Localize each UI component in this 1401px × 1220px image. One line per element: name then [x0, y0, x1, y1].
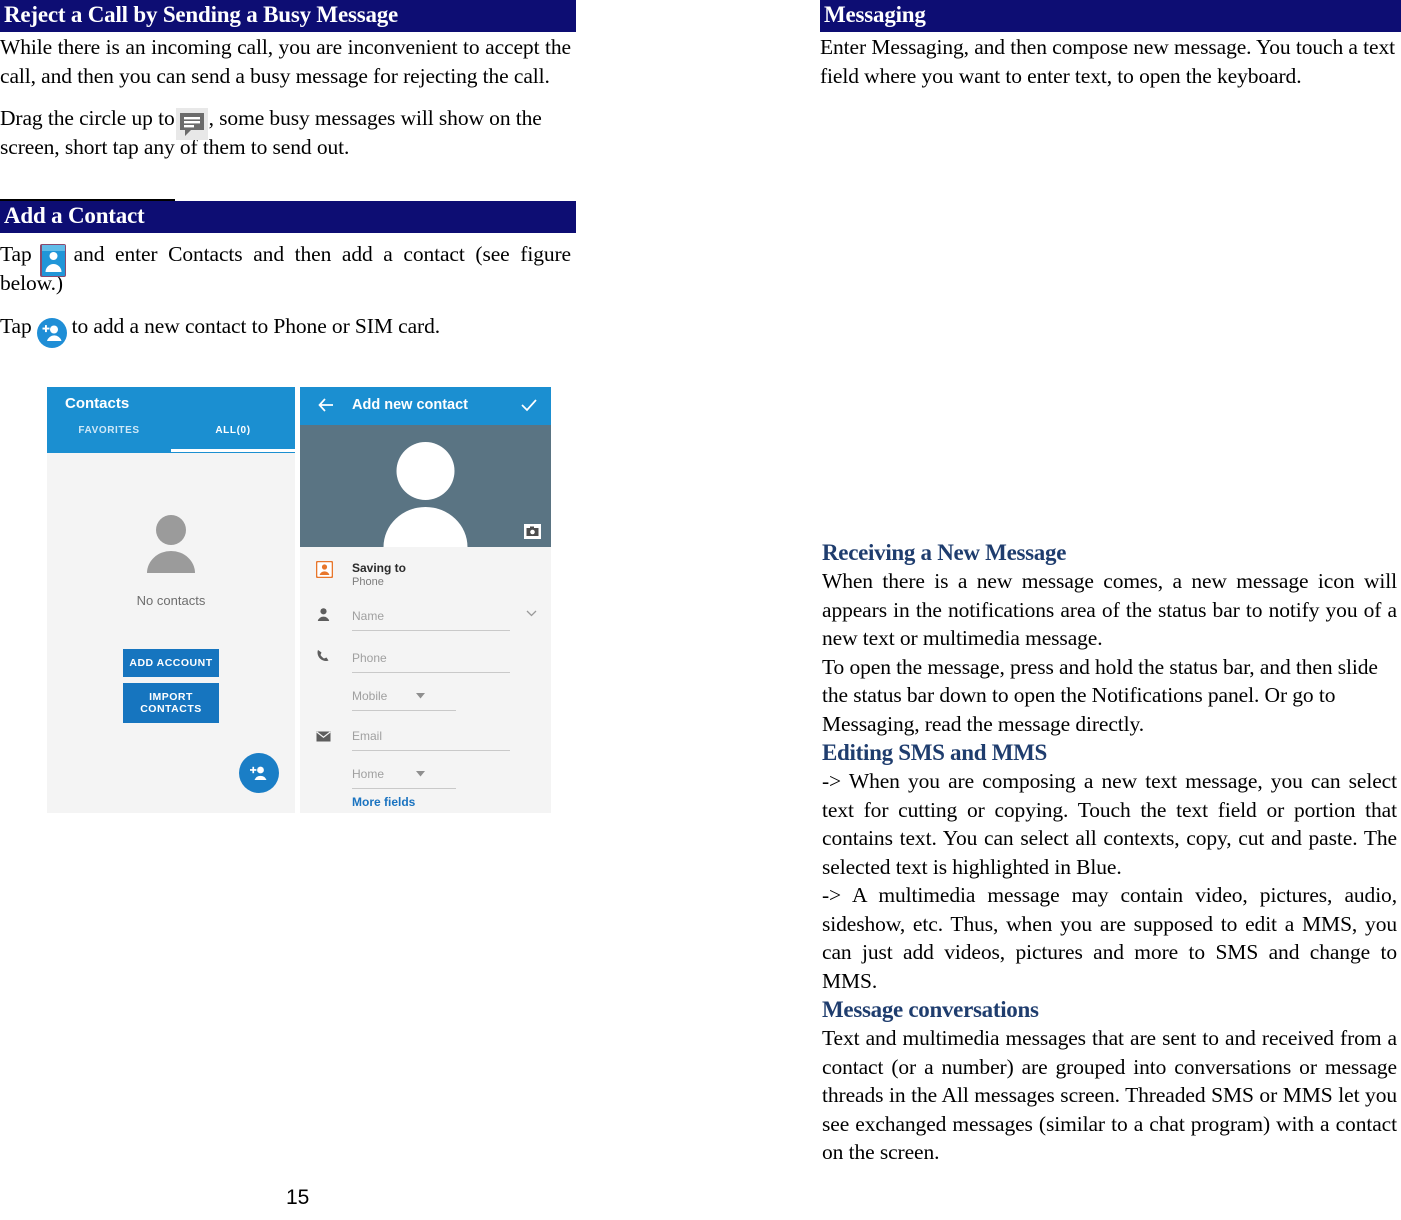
paragraph-receiving-1: When there is a new message comes, a new… [822, 569, 1397, 650]
section-heading-add-contact: Add a Contact [0, 201, 576, 233]
more-fields-link[interactable]: More fields [352, 795, 415, 809]
phone-type-select[interactable]: Mobile [352, 689, 456, 711]
paragraph-messaging-intro: Enter Messaging, and then compose new me… [820, 35, 1395, 88]
tab-favorites[interactable]: FAVORITES [47, 425, 171, 436]
camera-icon[interactable] [524, 524, 541, 539]
saving-to-value: Phone [352, 576, 384, 588]
subheading-receiving-new-message: Receiving a New Message [822, 540, 1067, 565]
left-page: Reject a Call by Sending a Busy Message … [0, 0, 640, 1220]
right-page: Messaging Enter Messaging, and then comp… [820, 0, 1401, 1220]
dropdown-triangle-icon[interactable] [416, 691, 425, 702]
add-contact-fab-icon [34, 316, 70, 350]
paragraph-receiving-2: To open the message, press and hold the … [822, 654, 1378, 736]
contacts-app-bar: Contacts FAVORITES ALL(0) [47, 387, 295, 453]
tab-all[interactable]: ALL(0) [171, 425, 295, 436]
no-contacts-label: No contacts [136, 593, 206, 608]
paragraph-tap-add-contact: Tap to add a new contact to Phone or SIM… [0, 312, 571, 349]
screenshot-contacts-list: Contacts FAVORITES ALL(0) No contacts AD… [47, 387, 295, 813]
tap-contacts-text-before: Tap [0, 242, 32, 266]
name-input[interactable]: Name [352, 609, 510, 631]
person-icon [316, 607, 331, 627]
tap-add-text-before: Tap [0, 313, 32, 338]
tap-add-text-after: to add a new contact to Phone or SIM car… [71, 313, 440, 338]
import-contacts-button[interactable]: IMPORT CONTACTS [123, 683, 219, 723]
paragraph-editing-1: -> When you are composing a new text mes… [822, 769, 1397, 879]
contact-photo-placeholder-icon [368, 435, 483, 547]
active-tab-indicator [171, 449, 295, 452]
screenshot-add-new-contact: Add new contact Saving to Phone Name Pho… [300, 387, 551, 813]
contacts-empty-state: No contacts ADD ACCOUNT IMPORT CONTACTS [47, 453, 295, 813]
subheading-message-conversations: Message conversations [822, 997, 1039, 1022]
add-contact-app-bar: Add new contact [300, 387, 551, 425]
envelope-icon [316, 729, 331, 747]
paragraph-tap-contacts: Tap and enter Contacts and then add a co… [0, 240, 571, 298]
email-input[interactable]: Email [352, 729, 510, 751]
contacts-app-icon [33, 243, 73, 279]
saving-to-label: Saving to [352, 561, 407, 575]
account-icon [315, 560, 334, 583]
tap-contacts-text-after: and enter Contacts and then add a contac… [0, 242, 571, 296]
phone-icon [316, 649, 330, 668]
add-contact-form: Saving to Phone Name Phone Mobile Email … [300, 547, 551, 813]
figure-contacts-screenshots: Contacts FAVORITES ALL(0) No contacts AD… [47, 387, 551, 813]
back-arrow-icon[interactable] [318, 398, 334, 417]
paragraph-drag-circle: Drag the circle up to , some busy messag… [0, 104, 571, 161]
drag-circle-text-before: Drag the circle up to [0, 106, 175, 130]
subheading-editing-sms-mms: Editing SMS and MMS [822, 740, 1047, 765]
dropdown-triangle-icon-2[interactable] [416, 769, 425, 780]
section-heading-messaging: Messaging [820, 0, 1401, 32]
chevron-down-icon[interactable] [526, 609, 537, 620]
contact-photo-area[interactable] [300, 425, 551, 547]
section-heading-reject-call: Reject a Call by Sending a Busy Message [0, 0, 576, 32]
busy-message-icon [175, 108, 208, 141]
contacts-tabs: FAVORITES ALL(0) [47, 425, 295, 436]
add-contact-fab[interactable] [239, 753, 279, 793]
page-number-left: 15 [286, 1186, 310, 1209]
phone-input[interactable]: Phone [352, 651, 510, 673]
add-account-button[interactable]: ADD ACCOUNT [123, 649, 219, 677]
paragraph-editing-2: -> A multimedia message may contain vide… [822, 883, 1397, 993]
paragraph-conversations: Text and multimedia messages that are se… [822, 1026, 1397, 1164]
confirm-check-icon[interactable] [521, 398, 537, 417]
paragraph-reject-call-intro: While there is an incoming call, you are… [0, 35, 571, 88]
placeholder-avatar-icon [137, 513, 205, 575]
add-contact-title: Add new contact [352, 397, 469, 413]
contacts-title: Contacts [65, 395, 130, 412]
email-type-select[interactable]: Home [352, 767, 456, 789]
